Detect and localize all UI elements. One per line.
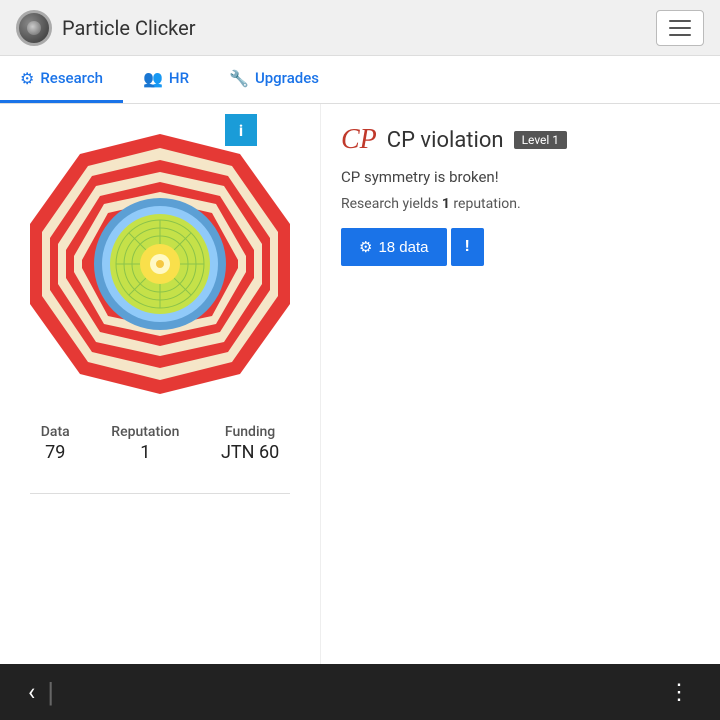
stat-funding-label: Funding: [221, 424, 279, 440]
bottom-nav-bar: ‹ | ⋮: [0, 664, 720, 720]
research-header: CP CP violation Level 1: [341, 124, 700, 156]
research-tab-icon: ⚙: [20, 69, 34, 88]
research-yields: Research yields 1 reputation.: [341, 196, 700, 212]
app-header: Particle Clicker: [0, 0, 720, 56]
header-left: Particle Clicker: [16, 10, 196, 46]
tab-hr[interactable]: 👥 HR: [123, 56, 209, 103]
main-content: i: [0, 104, 720, 664]
logo-inner: [27, 21, 41, 35]
data-button[interactable]: ⚙ 18 data: [341, 228, 447, 266]
tab-research-label: Research: [40, 69, 103, 87]
yields-suffix: reputation.: [450, 196, 521, 212]
upgrades-tab-icon: 🔧: [229, 69, 249, 88]
research-title: CP violation: [387, 128, 504, 153]
data-button-label: 18 data: [378, 239, 428, 256]
tab-upgrades[interactable]: 🔧 Upgrades: [209, 56, 339, 103]
yields-value: 1: [442, 196, 450, 212]
app-title: Particle Clicker: [62, 16, 196, 40]
particle-svg: [20, 124, 300, 404]
hamburger-line-3: [669, 34, 691, 36]
stat-funding-value: JTN 60: [221, 442, 279, 463]
back-button[interactable]: ‹: [20, 670, 43, 714]
gear-icon: ⚙: [359, 238, 372, 256]
left-divider: [30, 493, 290, 494]
level-badge: Level 1: [514, 131, 568, 149]
action-buttons: ⚙ 18 data !: [341, 228, 700, 266]
yields-prefix: Research yields: [341, 196, 442, 212]
more-options-button[interactable]: ⋮: [660, 672, 700, 713]
left-panel: i: [0, 104, 320, 664]
stat-reputation-label: Reputation: [111, 424, 179, 440]
stat-funding: Funding JTN 60: [221, 424, 279, 463]
exclaim-button[interactable]: !: [451, 228, 484, 266]
stats-row: Data 79 Reputation 1 Funding JTN 60: [20, 424, 300, 463]
tab-research[interactable]: ⚙ Research: [0, 56, 123, 103]
exclaim-label: !: [465, 238, 470, 255]
hamburger-line-2: [669, 27, 691, 29]
hamburger-line-1: [669, 20, 691, 22]
right-panel: CP CP violation Level 1 CP symmetry is b…: [320, 104, 720, 664]
tab-hr-label: HR: [169, 69, 189, 87]
stat-data: Data 79: [41, 424, 70, 463]
cp-icon: CP: [341, 124, 377, 156]
center-core: [156, 260, 164, 268]
stat-data-label: Data: [41, 424, 70, 440]
bottom-left: ‹ |: [20, 670, 54, 714]
hr-tab-icon: 👥: [143, 69, 163, 88]
info-badge[interactable]: i: [225, 114, 257, 146]
tab-bar: ⚙ Research 👥 HR 🔧 Upgrades: [0, 56, 720, 104]
particle-visualizer[interactable]: [20, 124, 300, 404]
stat-reputation: Reputation 1: [111, 424, 179, 463]
app-logo: [16, 10, 52, 46]
tab-upgrades-label: Upgrades: [255, 69, 319, 87]
nav-divider: |: [47, 676, 54, 709]
research-description: CP symmetry is broken!: [341, 168, 700, 186]
stat-data-value: 79: [41, 442, 70, 463]
menu-button[interactable]: [656, 10, 704, 46]
stat-reputation-value: 1: [111, 442, 179, 463]
